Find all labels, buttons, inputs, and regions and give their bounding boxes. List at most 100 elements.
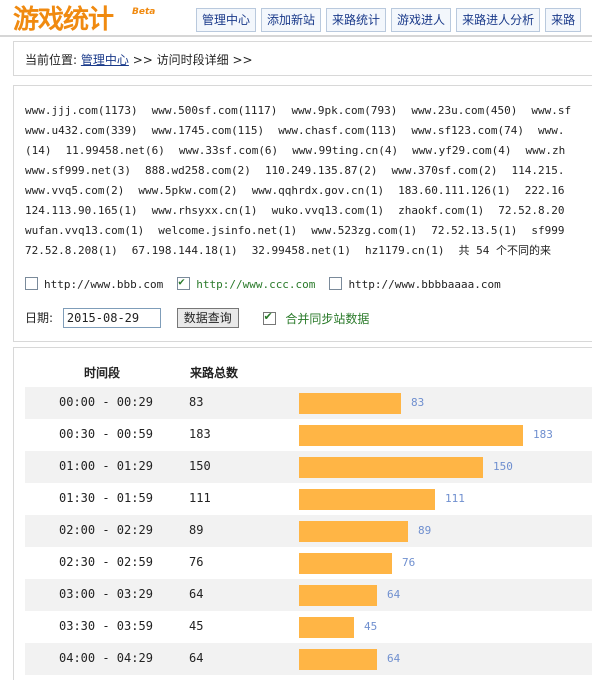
referrer-site: www.9pk.com(793) [291,104,398,117]
referrer-site: www.1745.com(115) [151,124,265,137]
referral-count-cell: 83 [189,395,204,409]
count-bar-label: 111 [445,492,465,505]
nav-button[interactable]: 游戏进人 [391,8,452,32]
referrer-site: www.23u.com(450) [411,104,518,117]
breadcrumb-current: 访问时段详细 [156,53,229,67]
count-bar-label: 183 [533,428,553,441]
count-bar-label: 45 [364,620,378,633]
nav-button[interactable]: 来路进人分析 [456,8,541,32]
table-row: 01:30 - 01:59 111 111 [25,483,592,515]
date-row: 日期: 2015-08-29 数据查询 合并同步站数据 [25,308,369,328]
count-bar [299,457,483,478]
table-row: 04:00 - 04:29 64 64 [25,643,592,675]
referrer-site: www.5pkw.com(2) [138,184,238,197]
site-row: wufan.vvq13.com(1) welcome.jsinfo.net(1) w… [25,221,592,241]
query-button[interactable]: 数据查询 [176,308,239,328]
referrer-site: www.sf999.net(3) [25,164,131,177]
referrer-site: www.370sf.com(2) [391,164,498,177]
table-row: 00:30 - 00:59 183 183 [25,419,592,451]
count-bar [299,617,354,638]
referral-count-cell: 64 [189,651,204,665]
site-filter-label: http://www.ccc.com [196,278,316,291]
table-row: 02:00 - 02:29 89 89 [25,515,592,547]
date-input[interactable]: 2015-08-29 [62,308,161,328]
time-period-cell: 04:00 - 04:29 [59,651,153,665]
breadcrumb-separator: >> [132,53,153,67]
table-row: 03:00 - 03:29 64 64 [25,579,592,611]
merge-checkbox[interactable] [262,310,276,325]
time-period-cell: 01:30 - 01:59 [59,491,153,505]
site-filter-checkbox[interactable] [25,277,38,290]
site-filter[interactable]: http://www.ccc.com [177,275,316,291]
count-bar [299,585,377,606]
referrer-site: www.rhsyxx.cn(1) [151,204,258,217]
site-filter-checkbox[interactable] [329,277,343,290]
referrer-site: 888.wd258.com(2) [144,164,251,177]
col-header-time: 时间段 [84,366,121,380]
referrer-site: www.523zg.com(1) [311,224,418,237]
referrer-site: 72.52.13.5(1) [431,224,518,237]
breadcrumb-link-admin[interactable]: 管理中心 [81,53,129,67]
referrer-site: welcome.jsinfo.net(1) [158,224,298,237]
referral-count-cell: 183 [189,427,211,441]
time-period-table: 时间段 来路总数 00:00 - 00:29 83 83 00:30 - 00:59 1… [13,347,592,680]
referrer-site: 11.99458.net(6) [65,144,165,157]
referrer-site: 32.99458.net(1) [251,244,352,257]
site-filter[interactable]: http://www.bbbbaaaa.com [329,277,501,291]
logo[interactable]: 游戏统计 [13,3,114,37]
time-period-cell: 00:00 - 00:29 [59,395,153,409]
time-period-cell: 02:30 - 02:59 [59,555,153,569]
referrer-site: www.zh [525,144,566,157]
merge-label: 合并同步站数据 [285,311,370,326]
site-filter-row: http://www.bbb.com http://www.ccc.com http… [25,275,515,291]
referrer-site: www. [538,124,565,137]
count-bar [299,553,392,574]
table-row: 01:00 - 01:29 150 150 [25,451,592,483]
count-bar-label: 89 [418,524,432,537]
referral-count-cell: 150 [189,459,211,473]
referrer-site: wufan.vvq13.com(1) [25,224,145,237]
referral-count-cell: 89 [189,523,204,537]
table-row: 00:00 - 00:29 83 83 [25,387,592,419]
site-filter[interactable]: http://www.bbb.com [25,277,163,291]
count-bar [299,393,401,414]
time-period-cell: 03:00 - 03:29 [59,587,153,601]
breadcrumb-prefix: 当前位置: [25,53,78,67]
site-filter-label: http://www.bbbbaaaa.com [348,278,501,291]
count-bar-label: 83 [411,396,425,409]
referrer-site: www.qqhrdx.gov.cn(1) [251,184,385,197]
referrer-site: 222.16 [524,184,565,197]
site-row: www.vvq5.com(2) www.5pkw.com(2) www.qqhrdx… [25,181,592,201]
count-bar-label: 64 [387,652,401,665]
referrer-site: 72.52.8.208(1) [25,244,118,257]
count-bar-label: 76 [402,556,416,569]
referrer-site: (14) [25,144,52,157]
nav-button[interactable]: 来路统计 [326,8,387,32]
referrer-site: www.jjj.com(1173) [25,104,138,117]
merge-sync-toggle[interactable]: 合并同步站数据 [262,310,370,327]
count-bar-label: 64 [387,588,401,601]
referrer-site: 183.60.111.126(1) [398,184,511,197]
referrer-site: www.99ting.cn(4) [292,144,399,157]
referrer-site: www.vvq5.com(2) [25,184,125,197]
time-period-cell: 00:30 - 00:59 [59,427,153,441]
nav-button[interactable]: 管理中心 [196,8,257,32]
referrer-site: 114.215. [511,164,565,177]
nav-button[interactable]: 来路 [545,8,582,32]
referral-count-cell: 111 [189,491,211,505]
site-row: (14) 11.99458.net(6) www.33sf.com(6) www.99… [25,141,592,161]
count-bar-label: 150 [493,460,513,473]
referrer-site: www.500sf.com(1117) [151,104,278,117]
referrer-site: 67.198.144.18(1) [131,244,238,257]
table-row: 03:30 - 03:59 45 45 [25,611,592,643]
referrer-site: www.sf123.com(74) [411,124,524,137]
col-header-count: 来路总数 [190,366,239,380]
referrer-site: 110.249.135.87(2) [264,164,378,177]
site-filter-checkbox[interactable] [177,275,191,290]
count-bar [299,521,408,542]
filter-panel: www.jjj.com(1173) www.500sf.com(1117) www.… [13,85,592,342]
time-period-cell: 02:00 - 02:29 [59,523,153,537]
time-period-cell: 03:30 - 03:59 [59,619,153,633]
nav-button[interactable]: 添加新站 [261,8,322,32]
site-row: www.u432.com(339) www.1745.com(115) www.ch… [25,121,592,141]
